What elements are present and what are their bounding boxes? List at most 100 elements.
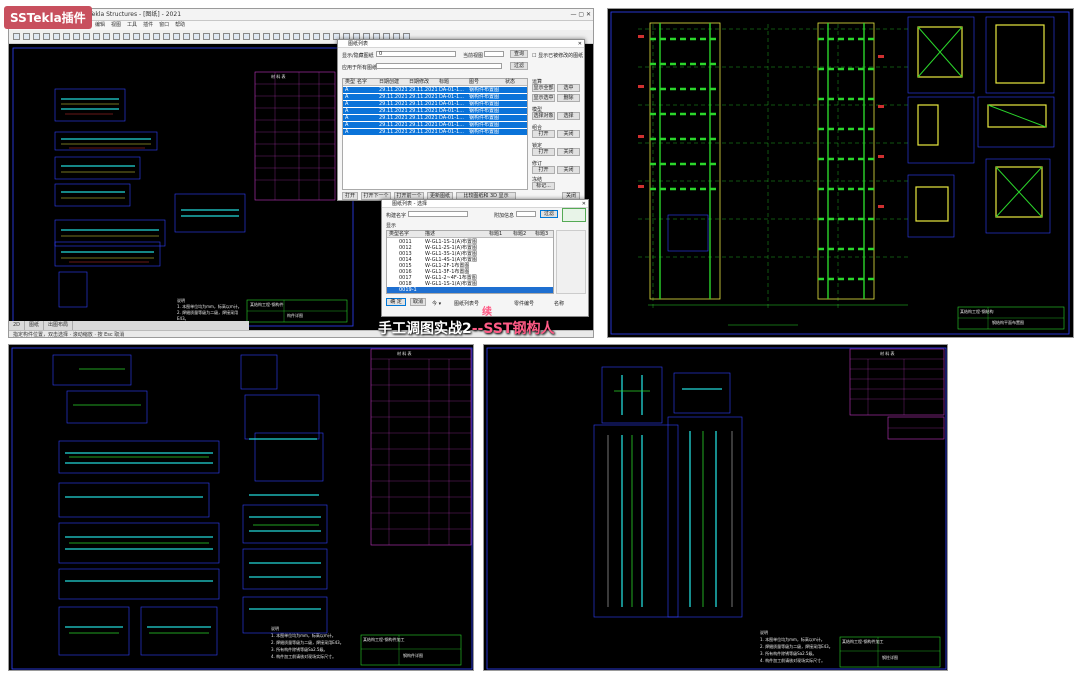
grid-column-header[interactable]: 标题 xyxy=(439,79,449,86)
toolbar-tool-icon[interactable] xyxy=(233,33,240,40)
cancel-button[interactable]: 取消 xyxy=(410,298,426,306)
footer-button[interactable]: 打开 xyxy=(342,192,358,200)
toolbar-tool-icon[interactable] xyxy=(123,33,130,40)
toolbar-tool-icon[interactable] xyxy=(63,33,70,40)
select-grid-column-header[interactable]: 标题2 xyxy=(513,231,526,238)
toolbar-tool-icon[interactable] xyxy=(253,33,260,40)
toolbar-tool-icon[interactable] xyxy=(303,33,310,40)
grid-column-header[interactable]: 类型 xyxy=(345,79,355,86)
select-grid-column-header[interactable]: 描述 xyxy=(425,231,435,238)
toolbar-tool-icon[interactable] xyxy=(153,33,160,40)
side-action-button[interactable]: 打开 xyxy=(532,166,555,174)
toolbar-tool-icon[interactable] xyxy=(13,33,20,40)
side-action-button[interactable]: 关闭 xyxy=(557,148,580,156)
side-action-button[interactable]: 关闭 xyxy=(557,130,580,138)
toolbar-tool-icon[interactable] xyxy=(193,33,200,40)
drawing-tab[interactable]: 图纸 xyxy=(25,321,45,330)
grid-column-header[interactable]: 日期修改 xyxy=(409,79,429,86)
table-row[interactable]: A 29.11.2021 29.11.2021 DA-01-1... 钢构件布置图 xyxy=(343,108,527,114)
toolbar-tool-icon[interactable] xyxy=(213,33,220,40)
side-action-button[interactable]: 打开 xyxy=(532,130,555,138)
drawing-tab[interactable]: 2D xyxy=(9,321,26,330)
select-grid-column-header[interactable]: 类型 xyxy=(389,231,399,238)
toolbar-tool-icon[interactable] xyxy=(163,33,170,40)
toolbar-tool-icon[interactable] xyxy=(33,33,40,40)
ok-button[interactable]: 确 定 xyxy=(386,298,406,306)
grid-column-header[interactable]: 名字 xyxy=(357,79,367,86)
toolbar-tool-icon[interactable] xyxy=(43,33,50,40)
side-action-button[interactable]: 显示选中 xyxy=(532,94,555,102)
apply-input[interactable] xyxy=(376,63,502,69)
grid-column-header[interactable]: 图号 xyxy=(469,79,479,86)
toolbar-tool-icon[interactable] xyxy=(263,33,270,40)
menu-item[interactable]: 工具 xyxy=(127,22,137,28)
toolbar-tool-icon[interactable] xyxy=(293,33,300,40)
menu-item[interactable]: 帮助 xyxy=(175,22,185,28)
dialog-close-icon[interactable]: ✕ xyxy=(578,40,582,48)
toolbar-tool-icon[interactable] xyxy=(313,33,320,40)
toolbar-tool-icon[interactable] xyxy=(323,33,330,40)
side-action-button[interactable]: 显示全部 xyxy=(532,84,555,92)
grid-column-header[interactable]: 日期创建 xyxy=(379,79,399,86)
menu-item[interactable]: 编辑 xyxy=(95,22,105,28)
toolbar-tool-icon[interactable] xyxy=(23,33,30,40)
table-row[interactable]: A 29.11.2021 29.11.2021 DA-01-1... 钢构件布置图 xyxy=(343,129,527,135)
table-row[interactable]: A 29.11.2021 29.11.2021 DA-01-1... 钢构件布置图 xyxy=(343,87,527,93)
side-action-button[interactable]: 删除 xyxy=(557,94,580,102)
toolbar-tool-icon[interactable] xyxy=(143,33,150,40)
toolbar-tool-icon[interactable] xyxy=(203,33,210,40)
select-grid-column-header[interactable]: 标题3 xyxy=(535,231,548,238)
notes-title: 说明 xyxy=(760,630,768,635)
toolbar-tool-icon[interactable] xyxy=(133,33,140,40)
select-grid-column-header[interactable]: 名字 xyxy=(399,231,409,238)
bl-title-name: 某结构工程-钢构件加工 xyxy=(363,637,405,642)
table-row[interactable]: A 29.11.2021 29.11.2021 DA-01-1... 钢构件布置图 xyxy=(343,94,527,100)
window-controls[interactable]: — ▢ ✕ xyxy=(570,9,591,21)
menu-item[interactable]: 窗口 xyxy=(159,22,169,28)
side-action-button[interactable]: 选择对象 xyxy=(532,112,555,120)
table-row[interactable]: A 29.11.2021 29.11.2021 DA-01-1... 钢构件布置图 xyxy=(343,122,527,128)
info-select[interactable] xyxy=(516,211,536,217)
name-input[interactable] xyxy=(408,211,468,217)
caption-brand: SST钢构人 xyxy=(483,321,555,337)
sort-select[interactable]: 今 ▾ xyxy=(432,300,441,307)
toolbar-tool-icon[interactable] xyxy=(113,33,120,40)
filter-button[interactable]: 过滤 xyxy=(510,62,528,70)
scroll-track[interactable] xyxy=(556,230,586,294)
grid-column-header[interactable]: 状态 xyxy=(505,79,515,86)
toolbar-tool-icon[interactable] xyxy=(73,33,80,40)
drawing-tab[interactable]: 出图布局 xyxy=(44,321,74,330)
side-action-button[interactable]: 选中 xyxy=(557,84,580,92)
toolbar-tool-icon[interactable] xyxy=(183,33,190,40)
menu-item[interactable]: 视图 xyxy=(111,22,121,28)
select-grid[interactable]: 类型 名字 描述 标题1 标题2 标题3 0011 W-GL1-1S-1(A)布置图 0012… xyxy=(386,230,554,294)
dialog2-close-icon[interactable]: ✕ xyxy=(582,200,586,208)
toolbar-tool-icon[interactable] xyxy=(223,33,230,40)
table-row[interactable]: A 29.11.2021 29.11.2021 DA-01-1... 钢构件布置图 xyxy=(343,115,527,121)
toolbar-tool-icon[interactable] xyxy=(283,33,290,40)
toolbar-tool-icon[interactable] xyxy=(83,33,90,40)
table-row[interactable]: 0019-1 xyxy=(387,287,553,293)
toolbar-tool-icon[interactable] xyxy=(53,33,60,40)
toolbar-tool-icon[interactable] xyxy=(103,33,110,40)
drawing-grid[interactable]: 类型 名字 日期创建 日期修改 标题 图号 状态 A 29.11.2021 29.11.2021… xyxy=(342,78,528,190)
toolbar-tool-icon[interactable] xyxy=(273,33,280,40)
dialog2-title-bar: 图纸列表 - 选择 ✕ xyxy=(382,200,588,208)
search-input[interactable]: 0 xyxy=(376,51,456,57)
side-action-button[interactable]: 关闭 xyxy=(557,166,580,174)
menu-item[interactable]: 插件 xyxy=(143,22,153,28)
filter-select[interactable] xyxy=(484,51,504,57)
filter2-button[interactable]: 过滤 xyxy=(540,210,558,218)
table-row[interactable]: A 29.11.2021 29.11.2021 DA-01-1... 钢构件布置图 xyxy=(343,101,527,107)
select-grid-column-header[interactable]: 标题1 xyxy=(489,231,502,238)
side-action-button[interactable]: 选择 xyxy=(557,112,580,120)
toolbar-tool-icon[interactable] xyxy=(173,33,180,40)
query-button[interactable]: 查询 xyxy=(510,50,528,58)
side-action-button[interactable]: 打开 xyxy=(532,148,555,156)
toolbar-tool-icon[interactable] xyxy=(243,33,250,40)
side-panel: 运算 显示全部 选中 显示选中 删除 模型 选择对象 选择 组合 打开 关闭 锁定 打开 关闭 修订 打开 关闭… xyxy=(532,78,582,190)
toolbar-tool-icon[interactable] xyxy=(93,33,100,40)
side-action-button[interactable]: 标记... xyxy=(532,182,555,190)
modified-checkbox[interactable]: ☐ 显示已被修改的图纸 xyxy=(532,52,583,59)
info-label: 附加信息 xyxy=(494,213,515,219)
